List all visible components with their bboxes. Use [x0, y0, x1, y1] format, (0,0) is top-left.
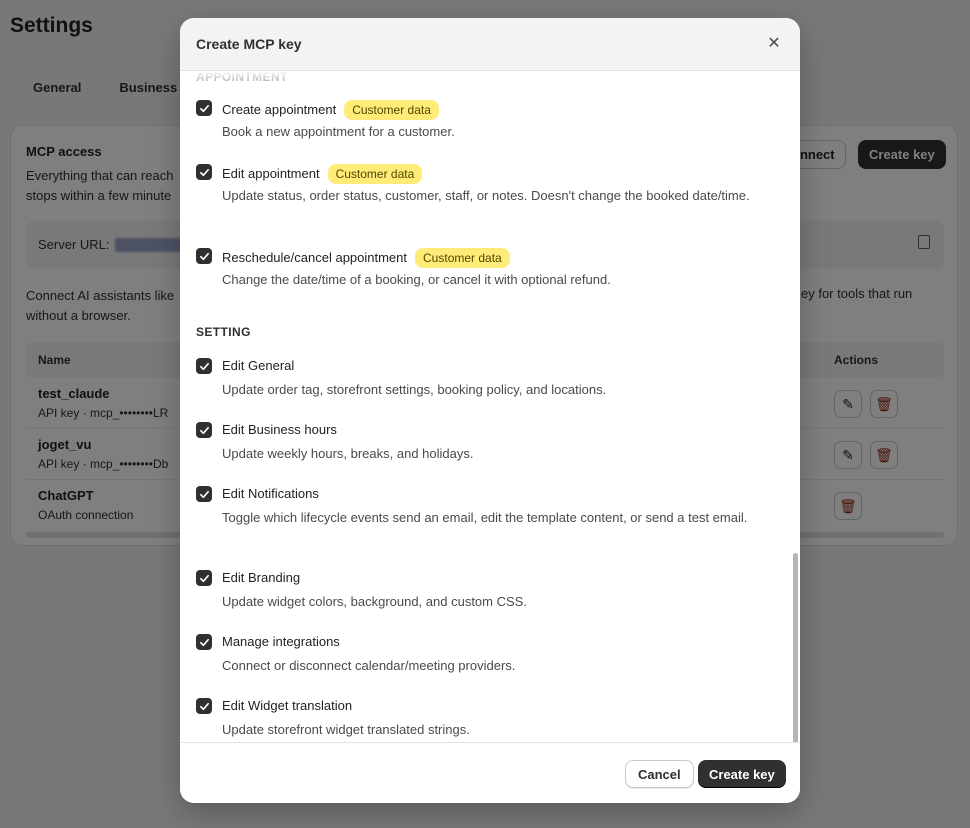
checkbox-checked[interactable] — [196, 570, 212, 586]
vertical-scrollbar[interactable] — [793, 553, 798, 742]
permission-label: Edit appointment Customer data — [222, 164, 423, 184]
check-icon — [199, 702, 209, 710]
close-icon[interactable]: ✕ — [766, 34, 782, 54]
permission-description: Update widget colors, background, and cu… — [222, 594, 527, 609]
create-key-button[interactable]: Create key — [698, 760, 786, 788]
check-icon — [199, 490, 209, 498]
permission-label: Manage integrations — [222, 634, 340, 649]
permission-description: Update weekly hours, breaks, and holiday… — [222, 446, 474, 461]
permission-label: Edit Branding — [222, 570, 301, 585]
permission-description: Update storefront widget translated stri… — [222, 722, 470, 737]
check-icon — [199, 104, 209, 112]
checkbox-checked[interactable] — [196, 248, 212, 264]
check-icon — [199, 168, 209, 176]
permission-description: Update order tag, storefront settings, b… — [222, 382, 607, 397]
modal-header: Create MCP key ✕ — [180, 18, 800, 71]
permission-label: Edit Business hours — [222, 422, 337, 437]
customer-data-badge: Customer data — [415, 248, 510, 268]
checkbox-checked[interactable] — [196, 634, 212, 650]
checkbox-checked[interactable] — [196, 358, 212, 374]
permission-label-text: Edit appointment — [222, 166, 320, 181]
permission-description: Toggle which lifecycle events send an em… — [222, 510, 748, 525]
permission-label-text: Reschedule/cancel appointment — [222, 250, 408, 265]
permission-label: Edit Notifications — [222, 486, 319, 501]
check-icon — [199, 574, 209, 582]
modal-title: Create MCP key — [196, 36, 302, 52]
check-icon — [199, 362, 209, 370]
permission-label: Edit General — [222, 358, 295, 373]
permission-description: Change the date/time of a booking, or ca… — [222, 272, 611, 287]
check-icon — [199, 426, 209, 434]
check-icon — [199, 638, 209, 646]
permissions-list[interactable]: APPOINTMENT Create appointment Customer d… — [180, 71, 800, 742]
permission-description: Connect or disconnect calendar/meeting p… — [222, 658, 516, 673]
cancel-button[interactable]: Cancel — [625, 760, 694, 788]
modal-footer: Cancel Create key — [180, 742, 800, 803]
checkbox-checked[interactable] — [196, 100, 212, 116]
section-heading-appointment: APPOINTMENT — [196, 71, 288, 84]
check-icon — [199, 252, 209, 260]
customer-data-badge: Customer data — [327, 164, 423, 184]
permission-label: Edit Widget translation — [222, 698, 353, 713]
permission-description: Book a new appointment for a customer. — [222, 124, 455, 139]
customer-data-badge: Customer data — [344, 100, 439, 120]
permission-label: Create appointment Customer data — [222, 100, 439, 120]
permission-label-text: Create appointment — [222, 102, 337, 117]
checkbox-checked[interactable] — [196, 486, 212, 502]
section-heading-setting: SETTING — [196, 325, 251, 339]
create-mcp-key-modal: Create MCP key ✕ APPOINTMENT Create appo… — [180, 18, 800, 803]
permission-description: Update status, order status, customer, s… — [222, 188, 750, 203]
checkbox-checked[interactable] — [196, 164, 212, 180]
checkbox-checked[interactable] — [196, 422, 212, 438]
permission-label: Reschedule/cancel appointment Customer da… — [222, 248, 510, 268]
checkbox-checked[interactable] — [196, 698, 212, 714]
